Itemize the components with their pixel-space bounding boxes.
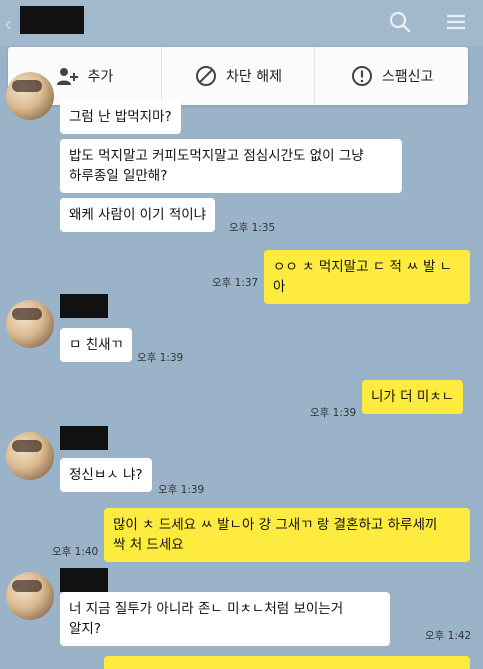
avatar[interactable] [6,72,54,120]
message-time: 오후 1:39 [137,352,184,364]
unblock-icon [196,66,217,86]
chat-message: 많이 ㅊ 드세요 ㅆ 발ㄴ아 걍 그새ㄲ 랑 결혼하고 하루세끼 싹 처 드세요 [104,508,470,562]
spam-report-label: 스팸신고 [381,69,434,85]
unblock-label: 차단 해제 [226,69,282,85]
message-time: 오후 1:39 [158,484,205,496]
chat-message: 니가 더 미ㅊㄴ [362,380,464,414]
message-time: 오후 1:37 [212,277,259,289]
chat-message: 너 지금 질투가 아니라 존ㄴ 미ㅊㄴ처럼 보이는거 알지? [60,592,390,646]
action-bar: 추가 차단 해제 스팸신고 [8,47,468,105]
message-time: 오후 1:35 [229,222,276,234]
add-friend-label: 추가 [87,69,114,85]
chat-message: 정신ㅂㅅ 냐? [60,458,152,492]
unblock-button[interactable]: 차단 해제 [162,47,316,105]
avatar[interactable] [6,300,54,348]
message-time: 오후 1:40 [52,546,99,558]
chat-message: 왜케 사람이 이기 적이냐 [60,198,216,232]
chat-header: ‹ [0,0,483,46]
redacted-contact-name [20,6,84,34]
search-icon[interactable] [386,8,414,36]
menu-icon[interactable] [442,8,470,36]
chat-message-partial [104,656,470,669]
redacted-sender-name [60,568,108,592]
avatar[interactable] [6,432,54,480]
chat-message: ㅁ 친새ㄲ [60,328,132,362]
chat-message: 밥도 먹지말고 커피도먹지말고 점심시간도 없이 그냥 하루종일 일만해? [60,139,402,193]
redacted-sender-name [60,294,108,318]
message-time: 오후 1:42 [425,630,472,642]
spam-report-button[interactable]: 스팸신고 [315,47,468,105]
add-friend-icon [57,68,79,85]
chat-message: 그럼 난 밥먹지마? [60,100,181,134]
redacted-sender-name [60,426,108,450]
spam-report-icon [351,66,372,86]
back-button[interactable]: ‹ [4,12,12,36]
chat-message: ㅇㅇ ㅊ 먹지말고 ㄷ 적 ㅆ 발 ㄴ 아 [264,250,470,304]
message-time: 오후 1:39 [310,407,357,419]
avatar[interactable] [6,572,54,620]
